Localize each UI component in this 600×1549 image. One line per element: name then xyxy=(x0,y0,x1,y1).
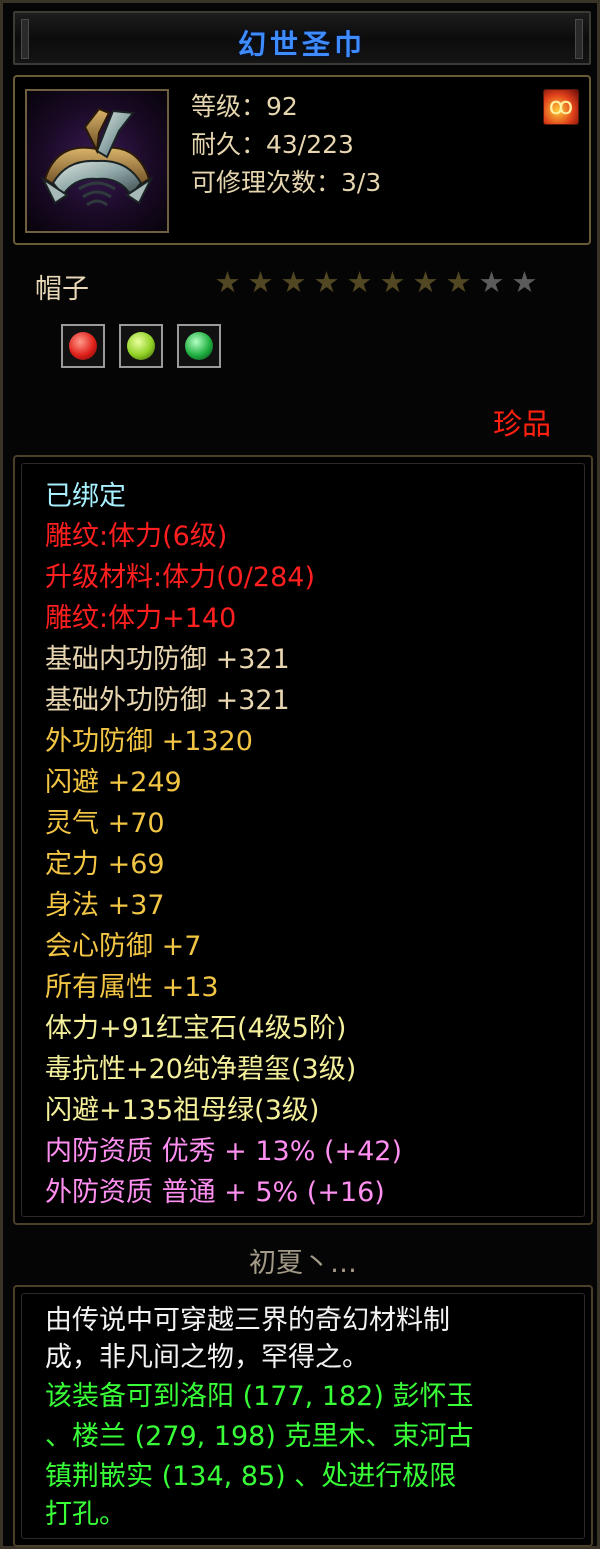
rarity-label: 珍品 xyxy=(492,407,551,441)
attr-line: 身法 +37 xyxy=(45,890,165,921)
star-icon: ★ xyxy=(511,265,538,299)
attr-line: 雕纹:体力(6级) xyxy=(45,521,228,552)
attr-line: 外功防御 +1320 xyxy=(45,726,253,757)
attr-line: 毒抗性+20纯净碧玺(3级) xyxy=(45,1054,357,1085)
item-header: 等级：92 耐久：43/223 可修理次数：3/3 ꝏ xyxy=(13,75,591,245)
item-name: 幻世圣巾 xyxy=(237,28,366,61)
green-gem-icon[interactable] xyxy=(119,324,163,368)
description-line: 成，非凡间之物，罕得之。 xyxy=(45,1342,369,1373)
level-stat: 等级：92 xyxy=(191,92,298,121)
star-icon: ★ xyxy=(412,265,439,299)
red-gem-icon[interactable] xyxy=(61,324,105,368)
attributes-panel: 已绑定 雕纹:体力(6级) 升级材料:体力(0/284) 雕纹:体力+140 基… xyxy=(13,455,593,1225)
enhance-stars: ★ ★ ★ ★ ★ ★ ★ ★ ★ ★ xyxy=(211,265,541,299)
attr-line: 升级材料:体力(0/284) xyxy=(45,562,315,593)
star-icon: ★ xyxy=(280,265,307,299)
star-icon: ★ xyxy=(478,265,505,299)
star-icon: ★ xyxy=(247,265,274,299)
description-line: 由传说中可穿越三界的奇幻材料制 xyxy=(45,1305,450,1336)
attr-line: 内防资质 优秀 + 13% (+42) xyxy=(45,1136,403,1167)
item-tooltip-frame: 幻世圣巾 等级：92 耐久：43/223 可修理次数：3/3 ꝏ 帽子 ★ ★ … xyxy=(0,0,600,1549)
attr-line: 基础内功防御 +321 xyxy=(45,644,290,675)
description-line: 镇荆嵌实 (134, 85) 、处进行极限 xyxy=(45,1461,457,1492)
headscarf-item-icon[interactable] xyxy=(25,89,169,233)
attr-line: 体力+91红宝石(4级5阶) xyxy=(45,1013,347,1044)
description-line: 打孔。 xyxy=(45,1499,126,1530)
gem-sockets xyxy=(61,324,235,368)
title-bar: 幻世圣巾 xyxy=(13,11,591,65)
attr-line: 定力 +69 xyxy=(45,849,165,880)
fire-emblem-icon: ꝏ xyxy=(543,89,579,125)
owner-name: 初夏丶… xyxy=(249,1248,357,1279)
emerald-gem-icon[interactable] xyxy=(177,324,221,368)
star-icon: ★ xyxy=(214,265,241,299)
attr-line: 闪避+135祖母绿(3级) xyxy=(45,1095,320,1126)
attr-line: 所有属性 +13 xyxy=(45,972,219,1003)
attr-line: 雕纹:体力+140 xyxy=(45,603,237,634)
attr-line: 会心防御 +7 xyxy=(45,931,202,962)
star-icon: ★ xyxy=(313,265,340,299)
star-icon: ★ xyxy=(445,265,472,299)
repair-count-stat: 可修理次数：3/3 xyxy=(191,168,382,197)
item-type: 帽子 xyxy=(35,274,89,305)
star-icon: ★ xyxy=(379,265,406,299)
description-line: 该装备可到洛阳 (177, 182) 彭怀玉 xyxy=(45,1381,474,1412)
attr-line: 闪避 +249 xyxy=(45,767,182,798)
attr-line: 外防资质 普通 + 5% (+16) xyxy=(45,1177,385,1208)
description-line: 、楼兰 (279, 198) 克里木、束河古 xyxy=(45,1421,474,1452)
attr-line: 基础外功防御 +321 xyxy=(45,685,290,716)
attr-line: 灵气 +70 xyxy=(45,808,165,839)
star-icon: ★ xyxy=(346,265,373,299)
attr-line: 已绑定 xyxy=(45,481,126,512)
durability-stat: 耐久：43/223 xyxy=(191,130,354,159)
headscarf-icon xyxy=(40,107,154,207)
description-panel: 由传说中可穿越三界的奇幻材料制 成，非凡间之物，罕得之。 该装备可到洛阳 (17… xyxy=(13,1285,593,1547)
